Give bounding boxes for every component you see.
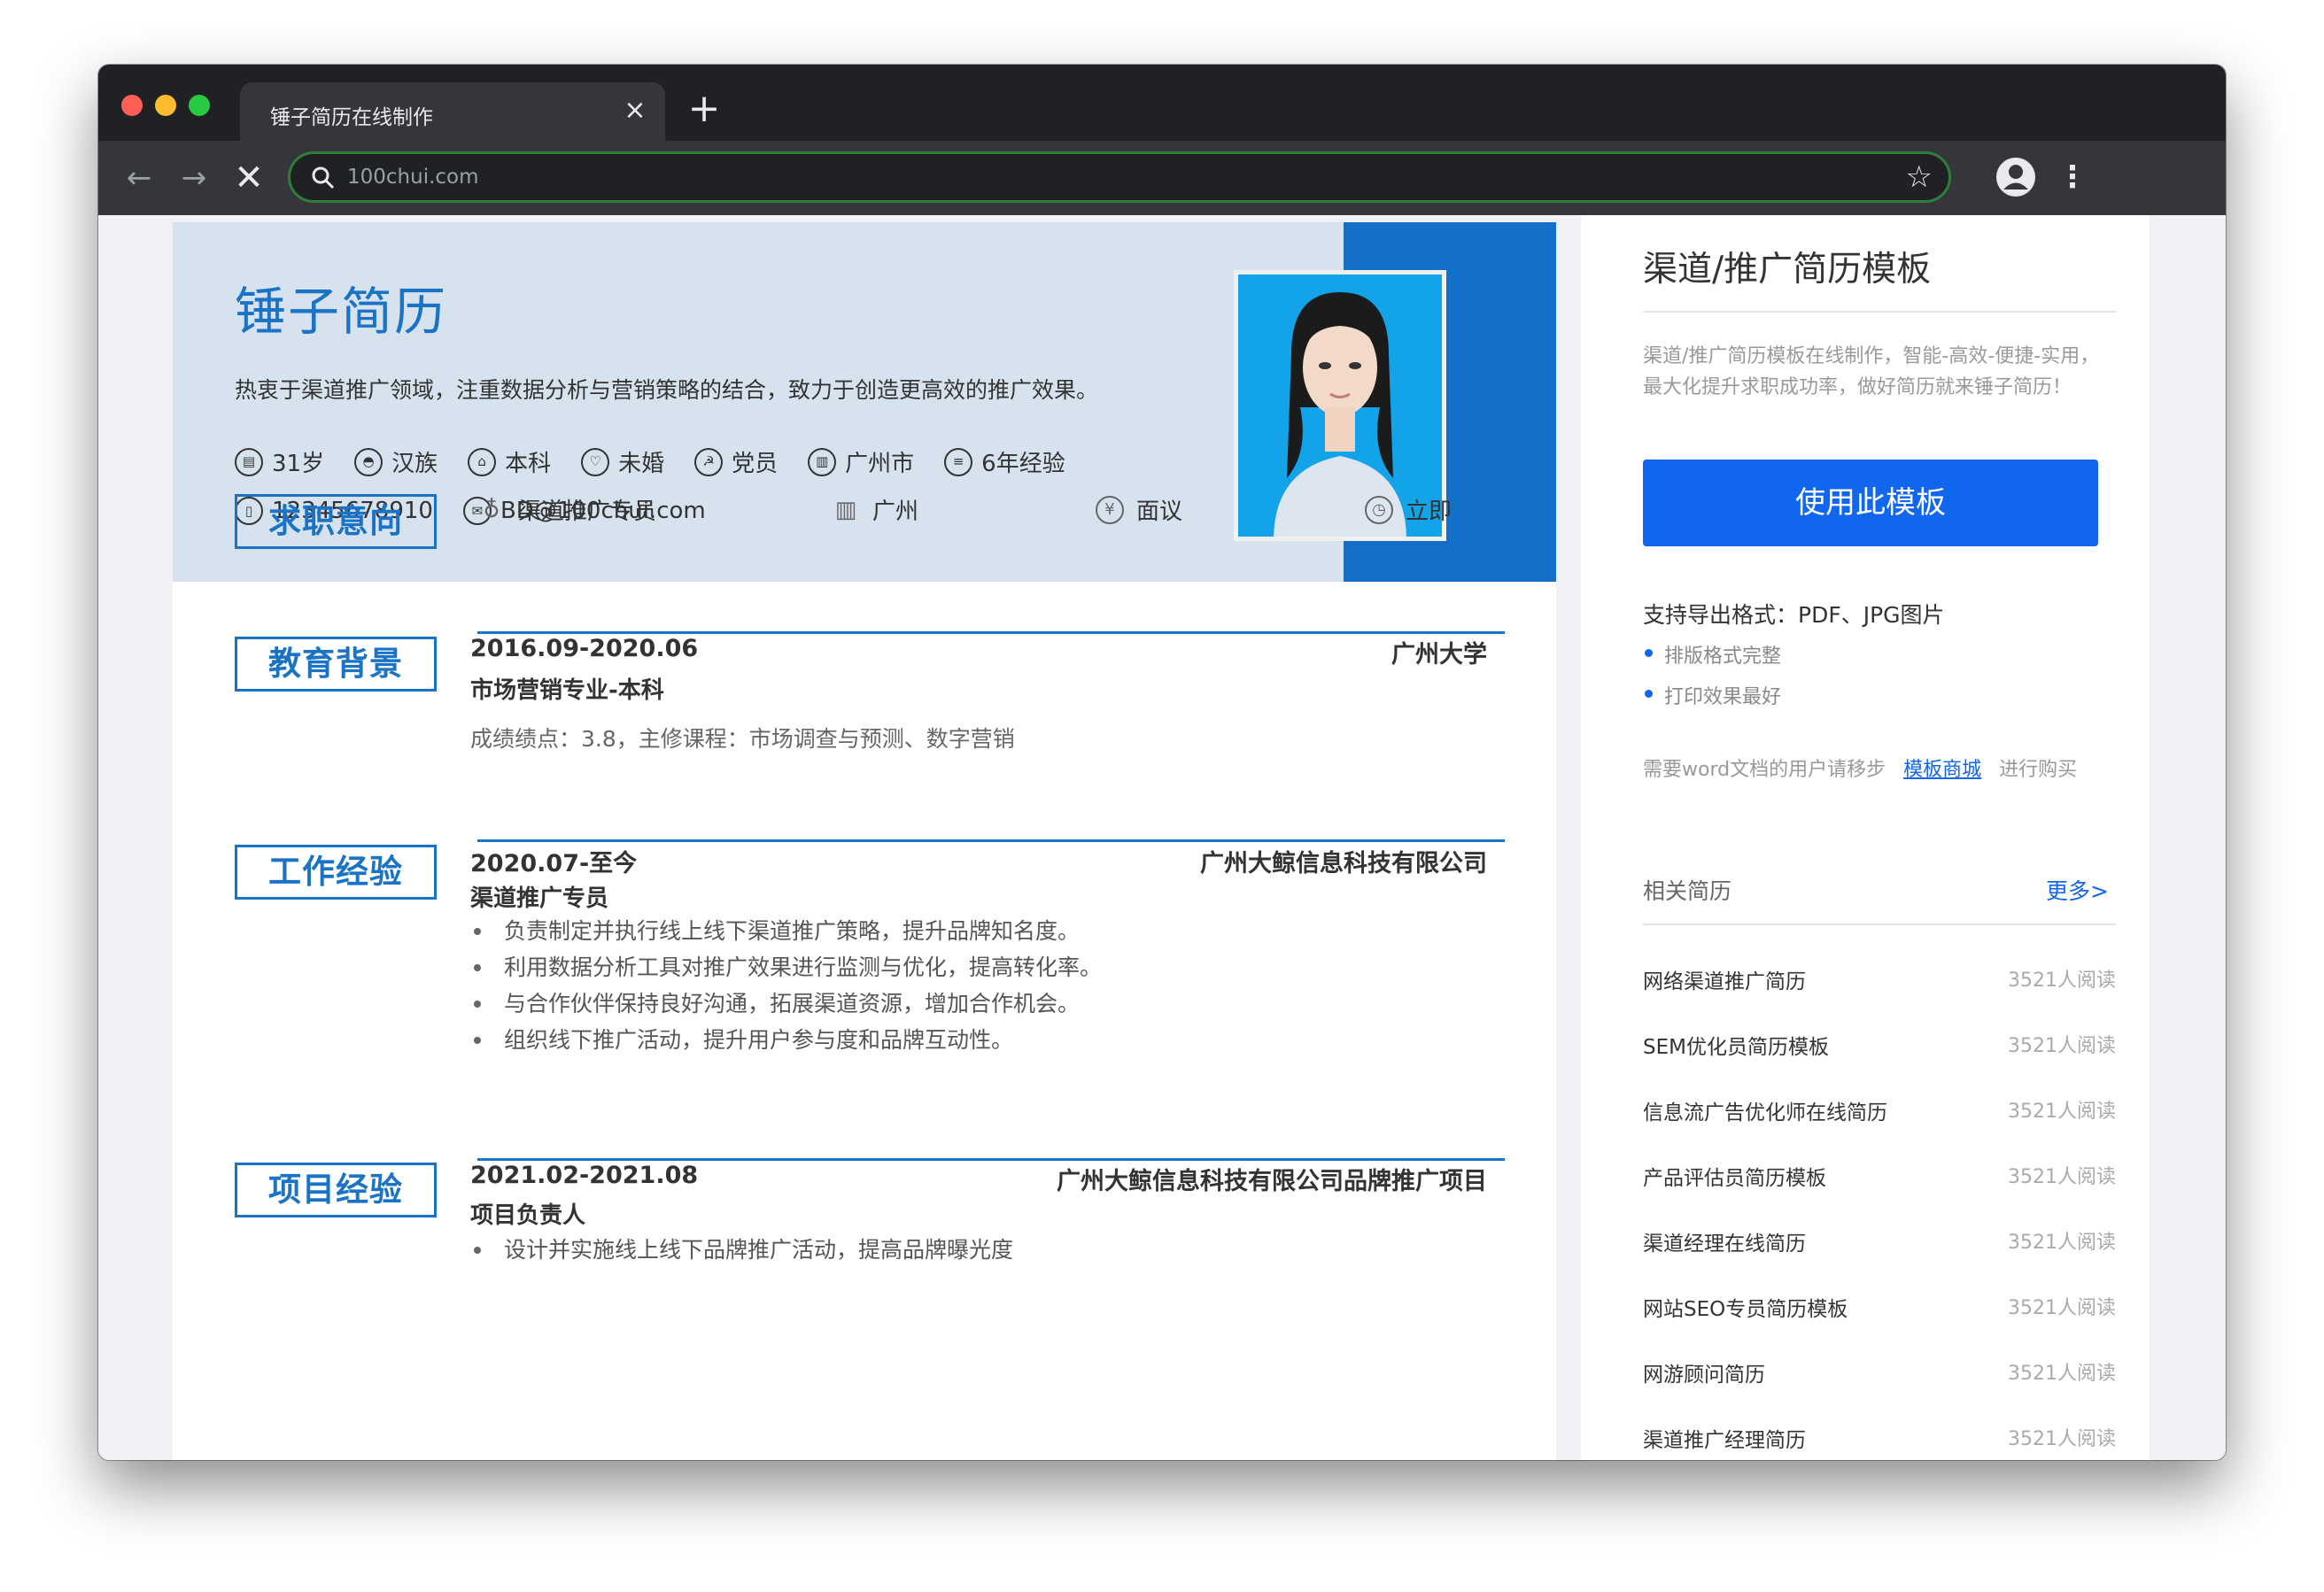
education-major: 市场营销专业-本科: [470, 677, 664, 704]
title-bar: 锤子简历在线制作 × +: [98, 65, 2226, 141]
template-sidebar: 渠道/推广简历模板 渠道/推广简历模板在线制作，智能-高效-便捷-实用，最大化提…: [1581, 215, 2150, 1460]
intent-position: ♁ 渠道推广专员: [477, 493, 656, 526]
heart-icon: ♡: [581, 447, 610, 476]
related-resume-item[interactable]: 网游顾问简历 3521人阅读: [1643, 1357, 2116, 1393]
tie-icon: ♁: [483, 496, 500, 523]
work-role: 渠道推广专员: [470, 885, 609, 912]
info-experience: ≡ 6年经验: [944, 445, 1065, 478]
section-divider: [477, 1158, 1505, 1161]
resume-name: 锤子简历: [235, 282, 448, 342]
forward-arrow-icon[interactable]: →: [173, 157, 215, 199]
related-resume-item[interactable]: 网站SEO专员简历模板 3521人阅读: [1643, 1292, 2116, 1327]
related-resume-item[interactable]: 信息流广告优化师在线简历 3521人阅读: [1643, 1095, 2116, 1131]
word-template-note: 需要word文档的用户请移步 模板商城 进行购买: [1643, 753, 2077, 782]
bookmark-star-icon[interactable]: ☆: [1906, 159, 1933, 195]
browser-window: 锤子简历在线制作 × + ← → ✕ 100chui.com ☆ ⋮ 锤子简历 …: [98, 65, 2226, 1460]
work-date: 2020.07-至今: [470, 850, 638, 877]
browser-toolbar: ← → ✕ 100chui.com ☆ ⋮: [98, 141, 2226, 215]
project-role: 项目负责人: [470, 1202, 586, 1229]
yen-icon: ¥: [1096, 495, 1124, 524]
minimize-window-button[interactable]: [155, 95, 176, 116]
maximize-window-button[interactable]: [189, 95, 210, 116]
building-icon: ▥: [808, 447, 837, 476]
section-divider: [477, 631, 1505, 634]
related-resumes-title: 相关简历: [1643, 878, 1732, 904]
intent-availability: ◷ 立即: [1365, 493, 1452, 526]
template-store-link[interactable]: 模板商城: [1903, 753, 1981, 782]
related-resume-item[interactable]: 渠道推广经理简历 3521人阅读: [1643, 1423, 2116, 1458]
back-arrow-icon[interactable]: ←: [118, 157, 160, 199]
section-title-project: 项目经验: [235, 1163, 437, 1217]
related-resume-item[interactable]: 网络渠道推广简历 3521人阅读: [1643, 964, 2116, 1000]
stop-loading-icon[interactable]: ✕: [228, 157, 270, 199]
personal-info-row: ▤ 31岁 ◓ 汉族 ⌂ 本科 ♡ 未婚 ☭ 党员 ▥ 广州市 ≡ 6年经验: [235, 445, 1096, 478]
feature-item: 排版格式完整: [1643, 640, 1781, 668]
list-item: 设计并实施线上线下品牌推广活动，提高品牌曝光度: [470, 1232, 1013, 1268]
list-item: 组织线下推广活动，提升用户参与度和品牌互动性。: [470, 1022, 1102, 1058]
person-icon: ◓: [354, 447, 383, 476]
tab-title: 锤子简历在线制作: [270, 106, 433, 129]
project-name: 广州大鲸信息科技有限公司品牌推广项目: [1057, 1168, 1487, 1195]
template-title: 渠道/推广简历模板: [1643, 250, 1932, 290]
tab-close-icon[interactable]: ×: [617, 93, 653, 128]
briefcase-icon: ≡: [944, 447, 973, 476]
profile-avatar-icon[interactable]: [1995, 157, 2036, 197]
list-item: 负责制定并执行线上线下渠道推广策略，提升品牌知名度。: [470, 913, 1102, 949]
close-window-button[interactable]: [121, 95, 143, 116]
age-icon: ▤: [235, 447, 263, 476]
info-city: ▥ 广州市: [808, 445, 914, 478]
use-template-button[interactable]: 使用此模板: [1643, 460, 2098, 546]
project-bullets: 设计并实施线上线下品牌推广活动，提高品牌曝光度: [470, 1232, 1013, 1268]
section-divider: [477, 839, 1505, 842]
template-description: 渠道/推广简历模板在线制作，智能-高效-便捷-实用，最大化提升求职成功率，做好简…: [1643, 345, 2100, 398]
resume-motto: 热衷于渠道推广领域，注重数据分析与营销策略的结合，致力于创造更高效的推广效果。: [235, 377, 1099, 403]
list-item: 与合作伙伴保持良好沟通，拓展渠道资源，增加合作机会。: [470, 985, 1102, 1022]
info-political: ☭ 党员: [694, 445, 778, 478]
info-ethnicity: ◓ 汉族: [354, 445, 438, 478]
browser-menu-icon[interactable]: ⋮: [2057, 157, 2088, 199]
work-bullets: 负责制定并执行线上线下渠道推广策略，提升品牌知名度。 利用数据分析工具对推广效果…: [470, 913, 1102, 1058]
degree-icon: ⌂: [468, 447, 497, 476]
browser-tab[interactable]: 锤子简历在线制作 ×: [240, 82, 665, 141]
search-icon: [312, 166, 335, 189]
building-icon: ▥: [834, 496, 857, 523]
feature-item: 打印效果最好: [1643, 681, 1781, 709]
intent-salary: ¥ 面议: [1096, 493, 1182, 526]
section-title-work: 工作经验: [235, 845, 437, 900]
education-date: 2016.09-2020.06: [470, 635, 699, 662]
info-marital: ♡ 未婚: [581, 445, 664, 478]
section-title-intent: 求职意向: [235, 494, 437, 549]
more-link[interactable]: 更多>: [2046, 874, 2109, 906]
list-item: 利用数据分析工具对推广效果进行监测与优化，提高转化率。: [470, 949, 1102, 985]
clock-icon: ◷: [1365, 495, 1393, 524]
resume-preview: 锤子简历 热衷于渠道推广领域，注重数据分析与营销策略的结合，致力于创造更高效的推…: [173, 222, 1556, 1460]
related-resume-item[interactable]: 渠道经理在线简历 3521人阅读: [1643, 1226, 2116, 1262]
url-text[interactable]: 100chui.com: [347, 166, 479, 189]
section-title-education: 教育背景: [235, 637, 437, 692]
page-viewport: 锤子简历 热衷于渠道推广领域，注重数据分析与营销策略的结合，致力于创造更高效的推…: [98, 215, 2226, 1460]
new-tab-button[interactable]: +: [683, 88, 725, 130]
info-degree: ⌂ 本科: [468, 445, 551, 478]
divider: [1643, 311, 2116, 313]
divider: [1643, 924, 2116, 925]
export-formats: 支持导出格式：PDF、JPG图片: [1643, 602, 1945, 628]
party-icon: ☭: [694, 447, 724, 476]
related-resume-item[interactable]: 产品评估员简历模板 3521人阅读: [1643, 1161, 2116, 1196]
intent-location: ▥ 广州: [832, 493, 918, 526]
address-bar[interactable]: 100chui.com ☆: [288, 151, 1951, 203]
info-age: ▤ 31岁: [235, 445, 324, 478]
project-date: 2021.02-2021.08: [470, 1162, 699, 1189]
work-company: 广州大鲸信息科技有限公司: [1200, 850, 1487, 877]
education-desc: 成绩绩点：3.8，主修课程：市场调查与预测、数字营销: [470, 726, 1015, 752]
education-school: 广州大学: [1391, 641, 1487, 668]
related-resume-item[interactable]: SEM优化员简历模板 3521人阅读: [1643, 1030, 2116, 1065]
